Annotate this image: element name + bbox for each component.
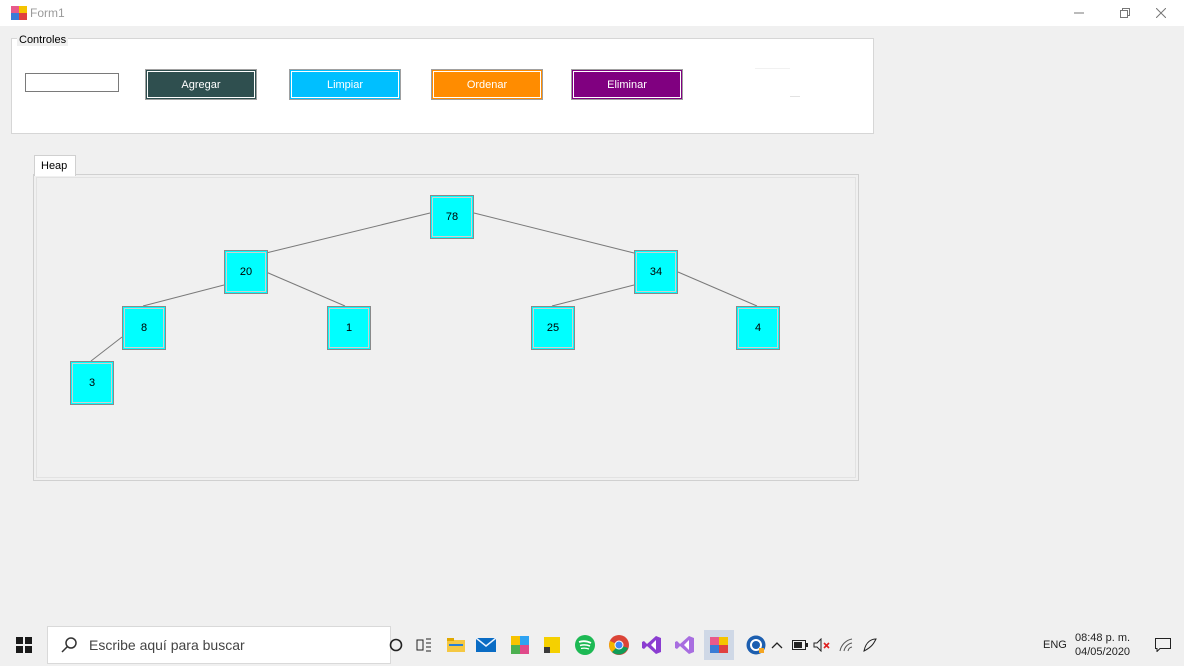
vs-code-icon[interactable] (637, 630, 667, 660)
tab-heap[interactable]: Heap (34, 155, 76, 176)
controls-group-label: Controles (17, 34, 69, 46)
agregar-button[interactable]: Agregar (145, 69, 257, 100)
clock-date: 04/05/2020 (1075, 646, 1131, 658)
minimize-icon (1074, 12, 1084, 14)
faint-artifact (755, 68, 790, 69)
spotify-icon[interactable] (570, 630, 600, 660)
mail-icon[interactable] (471, 630, 501, 660)
language-indicator[interactable]: ENG (1043, 639, 1067, 651)
notifications-icon[interactable] (1148, 630, 1178, 660)
cortana-icon[interactable] (381, 630, 411, 660)
pen-icon[interactable] (855, 630, 885, 660)
taskbar: Escribe aquí para buscar ENG 08:48 p. m.… (0, 624, 1184, 666)
heap-node-right-left: 25 (531, 306, 575, 350)
heap-node-left: 20 (224, 250, 268, 294)
sticky-notes-icon[interactable] (537, 630, 567, 660)
visual-studio-icon[interactable] (670, 630, 700, 660)
window-title: Form1 (30, 6, 65, 20)
taskbar-clock[interactable]: 08:48 p. m. 04/05/2020 (1075, 631, 1130, 659)
ordenar-button[interactable]: Ordenar (431, 69, 543, 100)
heap-node-left-right: 1 (327, 306, 371, 350)
chrome-icon[interactable] (604, 630, 634, 660)
restore-icon (1120, 8, 1130, 18)
heap-node-left-left-left: 3 (70, 361, 114, 405)
heap-node-right: 34 (634, 250, 678, 294)
minimize-button[interactable] (1056, 0, 1102, 26)
heap-node-root: 78 (430, 195, 474, 239)
paint-icon[interactable] (505, 630, 535, 660)
faint-artifact (790, 96, 800, 97)
heap-node-right-right: 4 (736, 306, 780, 350)
eliminar-button[interactable]: Eliminar (571, 69, 683, 100)
windows-logo-icon (15, 637, 32, 653)
search-placeholder: Escribe aquí para buscar (89, 637, 245, 653)
limpiar-button[interactable]: Limpiar (289, 69, 401, 100)
close-icon (1156, 8, 1166, 18)
file-explorer-icon[interactable] (441, 630, 471, 660)
app-form-icon (11, 6, 27, 20)
close-button[interactable] (1138, 0, 1184, 26)
search-icon (61, 637, 77, 653)
title-bar: Form1 (0, 0, 1184, 26)
heap-node-left-left: 8 (122, 306, 166, 350)
form-app-taskbar-icon[interactable] (704, 630, 734, 660)
clock-time: 08:48 p. m. (1075, 632, 1131, 644)
task-view-icon[interactable] (409, 630, 439, 660)
value-input[interactable] (25, 73, 119, 92)
start-button[interactable] (0, 624, 47, 666)
